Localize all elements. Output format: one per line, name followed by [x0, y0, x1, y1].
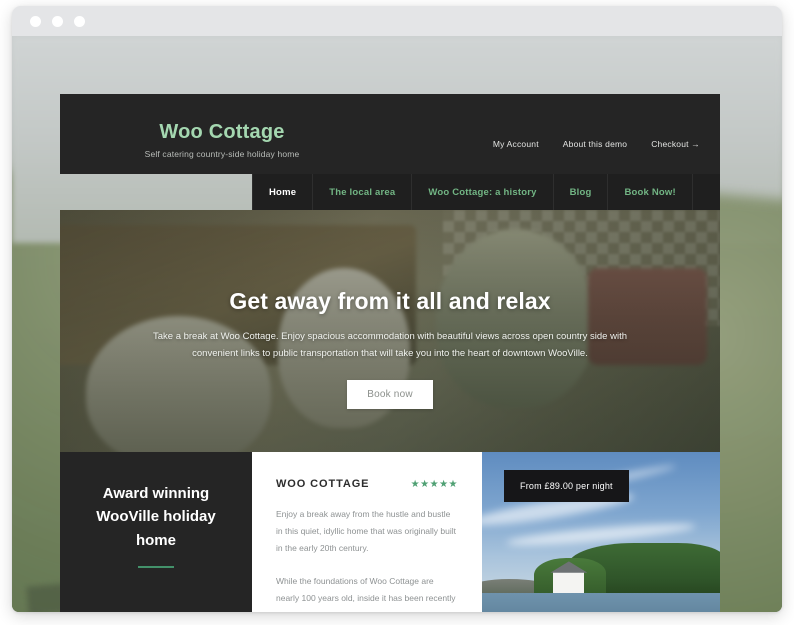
cottage-info-title: WOO COTTAGE	[276, 478, 370, 490]
browser-viewport: Woo Cottage Self catering country-side h…	[12, 36, 782, 612]
cottage-info-paragraph-2: While the foundations of Woo Cottage are…	[276, 576, 456, 612]
site-branding[interactable]: Woo Cottage Self catering country-side h…	[92, 121, 352, 159]
nav-item-home[interactable]: Home	[252, 174, 314, 210]
cottage-info-paragraph-1: Enjoy a break away from the hustle and b…	[276, 509, 457, 553]
main-navigation: Home The local area Woo Cottage: a histo…	[252, 174, 720, 210]
browser-window: Woo Cottage Self catering country-side h…	[12, 6, 782, 612]
hero-title: Get away from it all and relax	[229, 288, 551, 314]
close-icon[interactable]	[30, 15, 41, 27]
minimize-icon[interactable]	[52, 15, 63, 27]
site-title: Woo Cottage	[159, 121, 285, 143]
utility-link-my-account[interactable]: My Account	[493, 139, 539, 149]
lake-photo-panel: From £89.00 per night	[482, 452, 720, 612]
browser-titlebar	[12, 6, 782, 36]
nav-item-the-local-area[interactable]: The local area	[313, 174, 413, 210]
site-container: Woo Cottage Self catering country-side h…	[60, 94, 720, 612]
maximize-icon[interactable]	[74, 15, 85, 27]
utility-link-about-this-demo[interactable]: About this demo	[563, 139, 627, 149]
price-badge: From £89.00 per night	[504, 470, 629, 502]
utility-navigation: My Account About this demo Checkout →	[493, 139, 700, 149]
rating-stars: ★★★★★	[410, 478, 458, 490]
nav-item-blog[interactable]: Blog	[554, 174, 609, 210]
feature-panels: Award winning WooVille holiday home WOO …	[60, 452, 720, 612]
lake-water	[482, 592, 720, 612]
site-header: Woo Cottage Self catering country-side h…	[60, 94, 720, 174]
hero-content: Get away from it all and relax Take a br…	[60, 288, 720, 410]
cottage-info-panel: WOO COTTAGE ★★★★★ Enjoy a break away fro…	[252, 452, 482, 612]
cottage-info-header: WOO COTTAGE ★★★★★	[276, 478, 458, 490]
award-panel-title: Award winning WooVille holiday home	[96, 485, 216, 549]
hero-subtitle: Take a break at Woo Cottage. Enjoy spaci…	[152, 331, 628, 359]
hero-section: Get away from it all and relax Take a br…	[60, 210, 720, 452]
nav-item-woo-cottage-a-history[interactable]: Woo Cottage: a history	[412, 174, 554, 210]
book-now-button[interactable]: Book now	[347, 380, 433, 410]
award-panel-divider	[138, 565, 174, 568]
utility-link-checkout[interactable]: Checkout →	[651, 139, 700, 149]
nav-item-book-now[interactable]: Book Now!	[608, 174, 693, 210]
award-panel: Award winning WooVille holiday home	[60, 452, 252, 612]
site-tagline: Self catering country-side holiday home	[144, 149, 300, 159]
